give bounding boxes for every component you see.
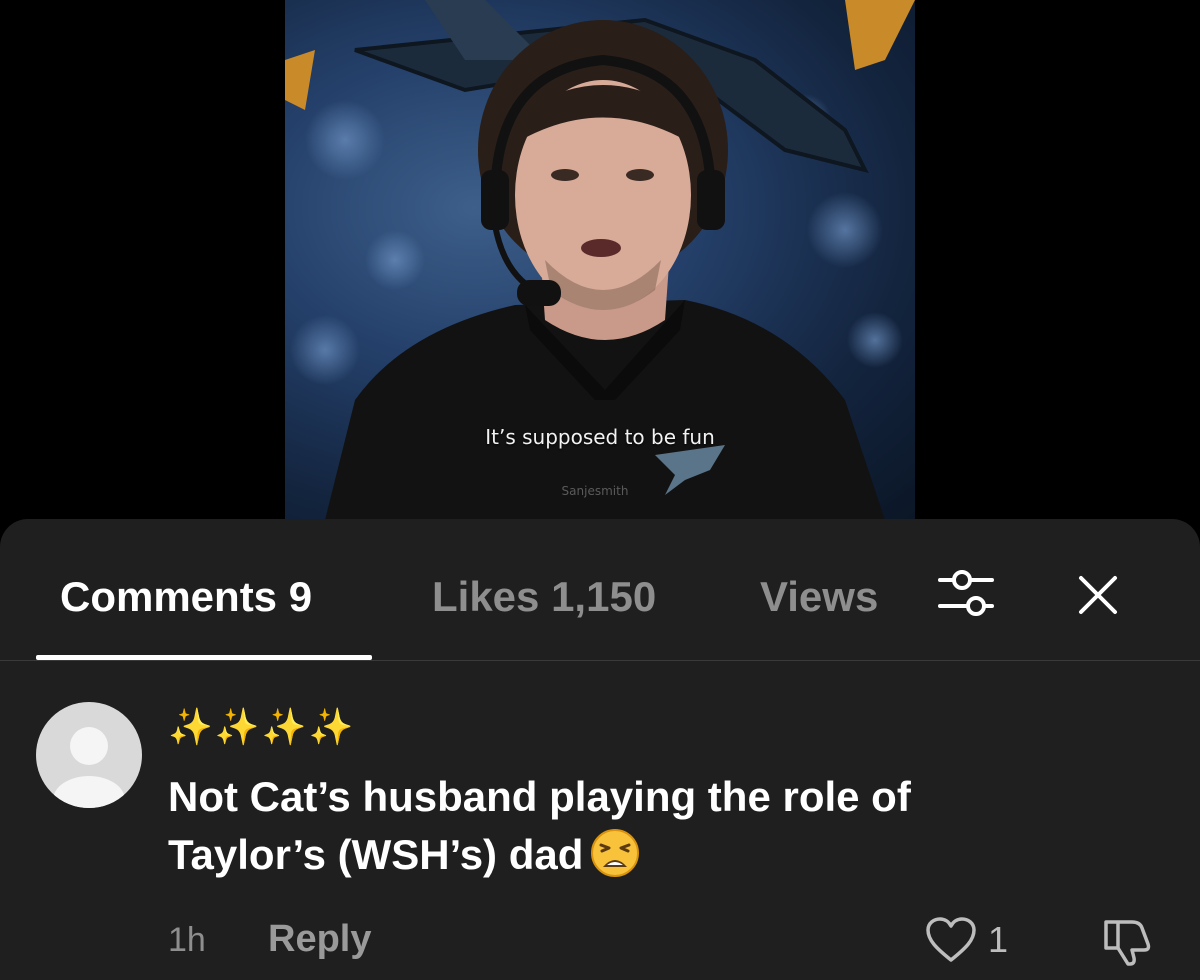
tab-bar: Comments 9 Likes 1,150 Views xyxy=(0,519,1200,661)
tab-likes[interactable]: Likes 1,150 xyxy=(432,573,656,621)
video-subtitle: It’s supposed to be fun xyxy=(485,425,715,449)
thumbs-down-icon[interactable] xyxy=(1100,914,1156,971)
comment-text: Not Cat’s husband playing the role of Ta… xyxy=(168,773,911,878)
close-icon[interactable] xyxy=(1075,572,1121,623)
tab-comments[interactable]: Comments 9 xyxy=(60,573,312,621)
video-player[interactable]: Sanjesmith It’s supposed to be fun xyxy=(0,0,1200,540)
avatar[interactable] xyxy=(36,702,142,808)
reply-button[interactable]: Reply xyxy=(268,918,371,960)
watermark: Sanjesmith xyxy=(562,484,629,498)
video-frame[interactable]: Sanjesmith It’s supposed to be fun xyxy=(285,0,915,520)
comment-username[interactable]: ✨✨✨✨ xyxy=(168,706,355,750)
heart-outline-icon[interactable] xyxy=(924,916,978,969)
active-tab-indicator xyxy=(36,655,372,660)
weary-face-emoji-icon xyxy=(589,827,641,879)
comment-body: Not Cat’s husband playing the role of Ta… xyxy=(168,768,1048,884)
comment-timestamp: 1h xyxy=(168,921,206,959)
sliders-icon[interactable] xyxy=(936,566,996,627)
like-count: 1 xyxy=(988,919,1009,960)
tab-views[interactable]: Views xyxy=(760,573,878,621)
